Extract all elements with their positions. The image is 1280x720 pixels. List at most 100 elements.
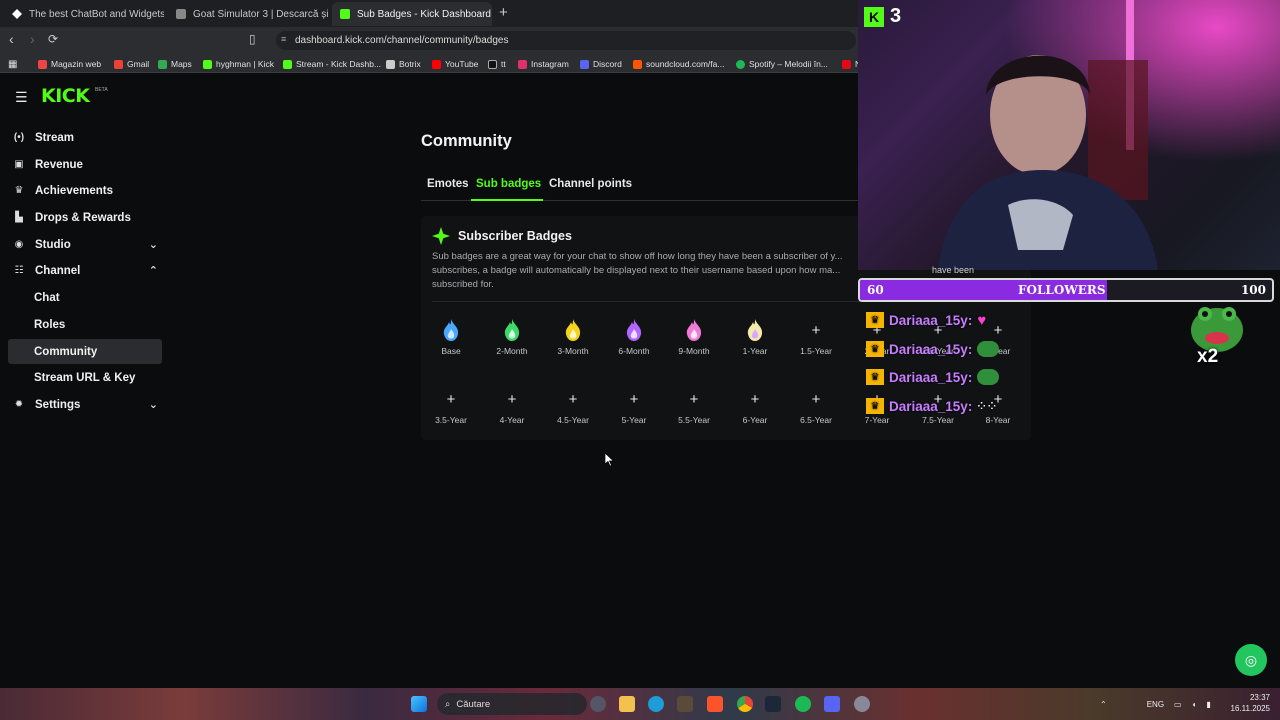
minecraft-icon[interactable] [677,696,693,712]
sidebar-item-achievements[interactable]: ♛ Achievements [8,178,162,203]
forward-icon[interactable]: › [30,31,35,47]
add-badge-icon: + [811,390,821,408]
widgets-icon[interactable] [590,696,606,712]
sidebar-item-stream[interactable]: (•) Stream [8,125,162,150]
taskbar-search[interactable]: ⌕ Căutare [437,693,587,715]
sidebar-item-drops[interactable]: ▙ Drops & Rewards [8,205,162,230]
studio-icon: ◉ [14,239,24,250]
system-tray: ⌃ ENG ▭ ◖ ▮ [1100,696,1211,712]
badge-slot-base[interactable]: Base [426,318,476,368]
file-explorer-icon[interactable] [619,696,635,712]
bookmark-favicon-icon [158,59,167,69]
sidebar-item-studio[interactable]: ◉ Studio ⌄ [8,232,162,257]
sidebar-item-label: Studio [35,238,71,251]
badge-label: 9-Month [678,346,710,356]
revenue-icon: ▣ [14,159,24,170]
badge-slot-4-year[interactable]: + 4-Year [487,387,537,437]
followers-label: FOLLOWERS [1018,283,1106,297]
badge-label: 4.5-Year [557,415,589,425]
badge-slot-5-5-year[interactable]: + 5.5-Year [669,387,719,437]
heart-emote-icon: ♥ [977,311,987,329]
discord-icon[interactable] [824,696,840,712]
taskbar-clock[interactable]: 23:37 16.11.2025 [1228,692,1270,714]
bookmark-item[interactable]: Maps [158,57,192,71]
bookmark-item[interactable]: Instagram [518,57,569,71]
bookmark-item[interactable]: tt [488,57,506,71]
sidebar-item-chat[interactable]: Chat [8,285,162,310]
sidebar-item-label: Revenue [35,158,83,171]
bookmark-item[interactable]: Gmail [114,57,149,71]
badge-slot-1-year[interactable]: 1-Year [730,318,780,368]
back-icon[interactable]: ‹ [9,31,14,47]
chrome-icon[interactable] [737,696,753,712]
site-info-icon[interactable]: ≡ [281,34,286,44]
bookmark-item[interactable]: soundcloud.com/fa... [633,57,724,71]
language-indicator[interactable]: ENG [1147,700,1164,709]
sidebar-item-revenue[interactable]: ▣ Revenue [8,152,162,177]
sidebar-item-stream-url[interactable]: Stream URL & Key [8,365,162,390]
hamburger-menu-icon[interactable]: ☰ [15,89,28,106]
battery-icon[interactable]: ▮ [1206,700,1210,709]
bookmark-item[interactable]: Botrix [386,57,421,71]
add-badge-icon: + [629,390,639,408]
volume-icon[interactable]: ◖ [1192,700,1197,709]
network-icon[interactable]: ▭ [1174,700,1182,709]
chat-username: Dariaaa_15y: [889,398,973,414]
tab-channel-points[interactable]: Channel points [549,178,632,190]
page-title: Community [421,132,512,150]
sidebar-item-channel[interactable]: ☷ Channel ⌃ [8,258,162,283]
badge-slot-1-5-year[interactable]: + 1.5-Year [791,318,841,368]
bookmark-item[interactable]: Discord [580,57,622,71]
badge-slot-6-5-year[interactable]: + 6.5-Year [791,387,841,437]
badge-slot-6-year[interactable]: + 6-Year [730,387,780,437]
kick-logo[interactable]: KICK [41,85,90,107]
sidebar-item-label: Drops & Rewards [35,211,131,224]
crown-icon: ♛ [866,312,884,328]
brave-icon[interactable] [707,696,723,712]
bookmark-item[interactable]: Stream - Kick Dashb... [283,57,381,71]
badge-slot-3-5-year[interactable]: + 3.5-Year [426,387,476,437]
tray-overflow-icon[interactable]: ⌃ [1100,700,1107,709]
bookmark-label: Maps [171,59,192,69]
sidebar-item-label: Settings [35,398,81,411]
apps-grid-icon[interactable]: ▦ [8,57,17,71]
browser-tab[interactable]: Goat Simulator 3 | Descarcă și cump [168,2,328,26]
sidebar-item-settings[interactable]: ✹ Settings ⌄ [8,392,162,417]
badge-slot-6-month[interactable]: 6-Month [609,318,659,368]
browser-tab[interactable]: The best ChatBot and Widgets for Ki [4,2,164,26]
sidebar-item-label: Community [34,345,98,358]
badge-slot-3-month[interactable]: 3-Month [548,318,598,368]
reload-icon[interactable]: ⟳ [48,32,58,46]
sidebar-item-community[interactable]: Community [8,339,162,364]
bookmark-icon[interactable]: ▯ [249,32,256,46]
browser-tab-active[interactable]: Sub Badges - Kick Dashboard ✕ [332,2,492,26]
search-icon: ⌕ [445,698,451,710]
add-badge-icon: + [568,390,578,408]
add-badge-icon: + [811,321,821,339]
badge-slot-2-month[interactable]: 2-Month [487,318,537,368]
windows-start-icon[interactable] [411,696,427,712]
badge-slot-9-month[interactable]: 9-Month [669,318,719,368]
settings-app-icon[interactable] [854,696,870,712]
windows-taskbar [0,688,1280,720]
badge-label: Base [441,346,461,356]
bookmark-item[interactable]: hyghman | Kick [203,57,274,71]
spotify-icon[interactable] [795,696,811,712]
tab-sub-badges[interactable]: Sub badges [476,178,541,190]
bookmark-item[interactable]: Magazin web [38,57,101,71]
broadcast-icon: (•) [13,132,25,143]
sidebar-item-roles[interactable]: Roles [8,312,162,337]
support-chat-button[interactable]: ◎ [1235,644,1267,676]
address-bar[interactable]: ≡ dashboard.kick.com/channel/community/b… [276,31,856,50]
overlay-chat-line: ♛ Dariaaa_15y: [866,338,1000,360]
steam-icon[interactable] [765,696,781,712]
edge-icon[interactable] [648,696,664,712]
badge-slot-5-year[interactable]: + 5-Year [609,387,659,437]
badge-slot-4-5-year[interactable]: + 4.5-Year [548,387,598,437]
tab-favicon-icon [176,9,186,19]
tab-emotes[interactable]: Emotes [427,178,469,190]
new-tab-button[interactable]: + [499,4,508,21]
frog-emote-icon [977,341,1000,357]
bookmark-item[interactable]: Spotify – Melodii în... [736,57,828,71]
bookmark-item[interactable]: YouTube [432,57,478,71]
